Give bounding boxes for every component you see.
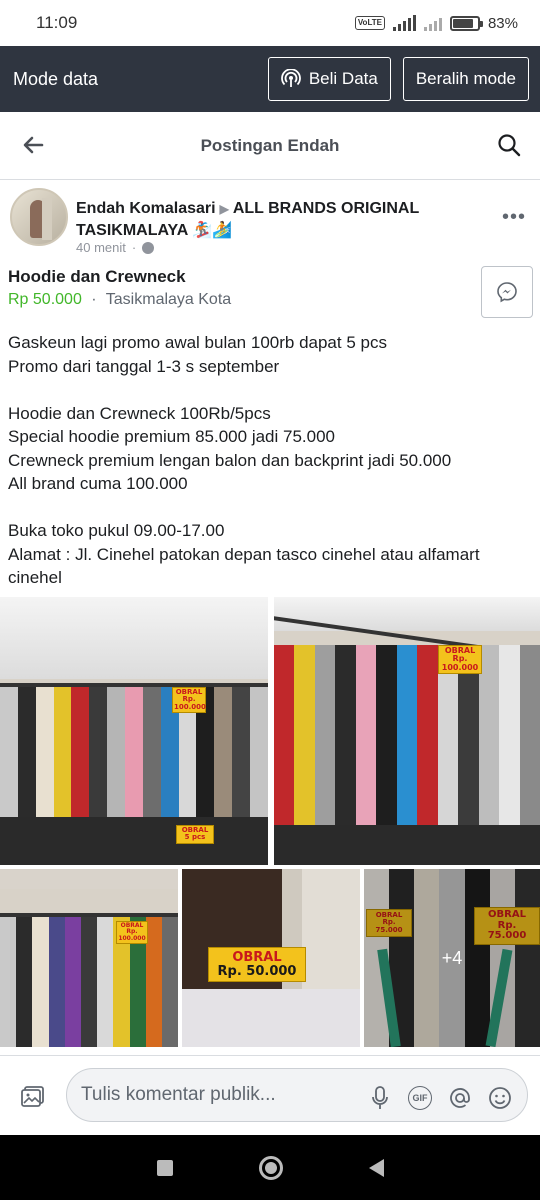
volte-icon: VoLTE: [354, 16, 385, 30]
broadcast-icon: [280, 69, 301, 87]
comment-placeholder: Tulis komentar publik...: [81, 1084, 276, 1105]
photo-grid: OBRAL Rp. 100.000 OBRAL 5 pcs OBRAL Rp. …: [0, 597, 540, 1047]
more-photos-overlay[interactable]: +4: [364, 869, 540, 1047]
post-author-line: Endah Komalasari ▶ ALL BRANDS ORIGINAL TAS…: [76, 198, 476, 241]
price-tag: OBRAL Rp. 50.000: [208, 947, 306, 983]
messenger-icon: [497, 282, 517, 303]
post-header: Endah Komalasari ▶ ALL BRANDS ORIGINAL TAS…: [0, 188, 540, 258]
more-icon[interactable]: •••: [502, 206, 526, 229]
home-icon[interactable]: [258, 1155, 283, 1180]
photo-icon[interactable]: [20, 1084, 46, 1108]
page-title: Postingan Endah: [200, 135, 340, 155]
message-seller-button[interactable]: [481, 266, 533, 318]
gif-icon[interactable]: GIF: [408, 1086, 432, 1110]
buy-data-label: Beli Data: [308, 69, 378, 88]
tag-price: Rp. 100.000: [118, 928, 146, 942]
tag-price: Rp. 50.000: [217, 963, 297, 979]
post-photo-4[interactable]: OBRAL Rp. 50.000: [182, 869, 360, 1047]
post-line: Hoodie dan Crewneck 100Rb/5pcs: [8, 403, 271, 423]
signal-icon-2: [423, 15, 442, 31]
post-time[interactable]: 40 menit: [76, 240, 126, 255]
separator-dot: ·: [131, 240, 137, 255]
post-line: Gaskeun lagi promo awal bulan 100rb dapa…: [8, 333, 387, 352]
comment-bar: Tulis komentar publik... GIF: [0, 1055, 540, 1135]
post-line: All brand cuma 100.000: [8, 474, 188, 493]
status-bar: 11:09 VoLTE 83%: [0, 0, 540, 46]
system-nav-bar: [0, 1135, 540, 1200]
status-icons: VoLTE 83%: [354, 14, 518, 32]
avatar[interactable]: [10, 188, 68, 246]
post-line: Crewneck premium lengan balon dan backpr…: [8, 450, 452, 470]
product-location: Tasikmalaya Kota: [105, 291, 232, 308]
mention-icon[interactable]: [448, 1086, 472, 1110]
comment-tools: GIF: [368, 1086, 512, 1110]
more-photos-count: +4: [441, 947, 463, 968]
emoji-icon[interactable]: [488, 1086, 512, 1110]
signal-icon: [392, 15, 416, 31]
battery-icon: [449, 15, 483, 31]
title-bar: Postingan Endah: [0, 112, 540, 180]
post-meta: 40 menit ·: [76, 240, 155, 255]
post-body: Gaskeun lagi promo awal bulan 100rb dapa…: [8, 331, 528, 590]
tag-price: Rp. 100.000: [441, 654, 479, 672]
post-line: Special hoodie premium 85.000 jadi 75.00…: [8, 427, 336, 446]
price-tag: OBRAL Rp. 100.000: [172, 687, 206, 714]
buy-data-button[interactable]: Beli Data: [267, 57, 391, 101]
post-photo-1[interactable]: OBRAL Rp. 100.000 OBRAL 5 pcs: [0, 597, 268, 865]
post-line: Alamat : Jl. Cinehel patokan depan tasco…: [8, 544, 480, 588]
tag-sub: 5 pcs: [184, 833, 206, 842]
back-arrow-icon[interactable]: [20, 132, 46, 158]
status-time: 11:09: [36, 13, 78, 32]
product-price: Rp 50.000: [8, 291, 82, 308]
search-icon[interactable]: [496, 132, 522, 158]
switch-mode-label: Beralih mode: [415, 69, 516, 88]
post-photo-5[interactable]: OBRAL Rp. 75.000 OBRAL Rp. 75.000 +4: [364, 869, 540, 1047]
price-separator: ·: [91, 291, 97, 308]
post-line: [8, 496, 528, 520]
tag-obral: OBRAL: [232, 950, 282, 965]
data-mode-bar: Mode data Beli Data Beralih mode: [0, 46, 540, 112]
price-tag: OBRAL Rp. 100.000: [438, 645, 482, 675]
price-tag: OBRAL Rp. 100.000: [116, 921, 148, 944]
battery-percent: 83%: [487, 14, 518, 32]
mic-icon[interactable]: [368, 1086, 392, 1110]
share-arrow-icon: ▶: [219, 202, 229, 216]
globe-icon: [142, 241, 155, 254]
post-line: Buka toko pukul 09.00-17.00: [8, 521, 225, 540]
switch-mode-button[interactable]: Beralih mode: [402, 57, 529, 101]
mode-label: Mode data: [13, 68, 99, 89]
recents-icon[interactable]: [156, 1159, 173, 1176]
author-name[interactable]: Endah Komalasari: [76, 200, 216, 217]
post-photo-2[interactable]: OBRAL Rp. 100.000: [274, 597, 540, 865]
system-back-icon[interactable]: [368, 1158, 384, 1177]
post-line: Promo dari tanggal 1-3 s september: [8, 356, 280, 376]
price-row: Rp 50.000 · Tasikmalaya Kota: [8, 291, 231, 309]
product-title: Hoodie dan Crewneck: [8, 267, 186, 286]
post-photo-3[interactable]: OBRAL Rp. 100.000: [0, 869, 178, 1047]
tag-price: Rp. 100.000: [174, 695, 206, 711]
post-line: [8, 378, 528, 402]
price-tag: OBRAL 5 pcs: [176, 825, 214, 844]
